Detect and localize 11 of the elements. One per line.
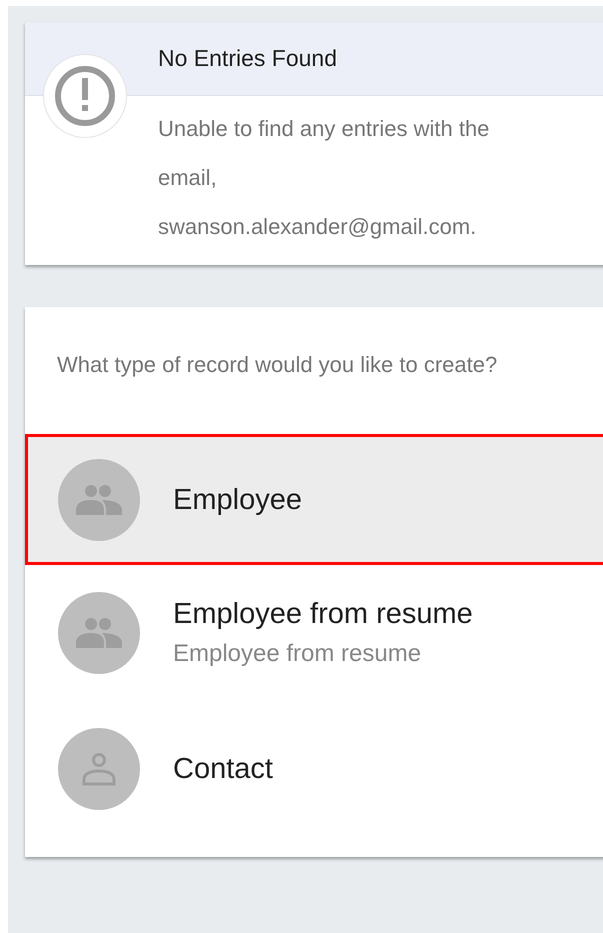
record-type-label: Contact [173, 752, 273, 787]
group-icon [76, 484, 122, 514]
alert-title: No Entries Found [158, 44, 337, 74]
record-type-item[interactable]: Employee [25, 434, 603, 565]
alert-message: Unable to find any entries with the email, swanson.alexander@gmail.com. [157, 115, 490, 241]
group-icon [76, 618, 122, 648]
record-type-subtitle: Employee from resume [173, 639, 422, 669]
prompt-text: What type of record would you like to create? [56, 351, 498, 379]
person-icon [82, 752, 116, 786]
record-type-label: Employee from resume [173, 597, 473, 632]
record-type-label: Employee [173, 482, 302, 518]
